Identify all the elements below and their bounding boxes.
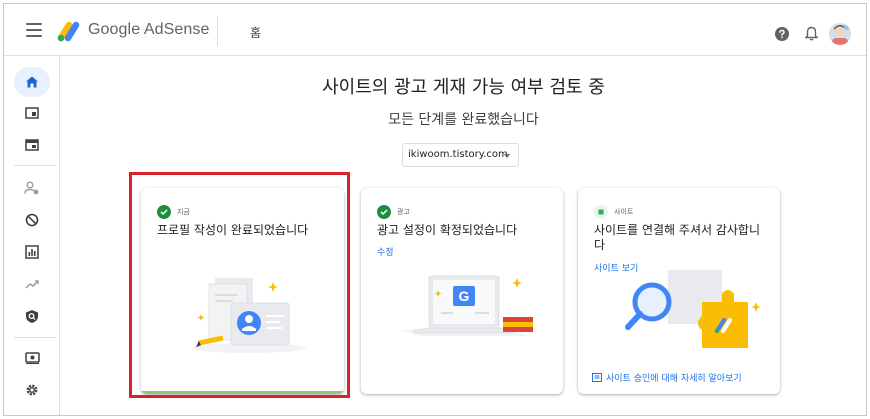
- page-subtitle: 모든 단계를 완료했습니다: [388, 112, 539, 128]
- book-icon: [592, 373, 602, 382]
- settings-icon: [26, 384, 38, 396]
- card-status: 사이트: [594, 205, 633, 219]
- ads-icon: [25, 107, 39, 119]
- home-icon: [26, 76, 38, 88]
- sidebar-item-settings[interactable]: [4, 375, 60, 405]
- highlight-box: [129, 172, 350, 398]
- site-status-icon: [594, 205, 608, 219]
- page-title: 사이트의 광고 게재 가능 여부 검토 중: [322, 77, 605, 98]
- breadcrumb: 홈: [250, 26, 262, 40]
- site-selector[interactable]: ikiwoom.tistory.com: [402, 143, 519, 167]
- top-app-bar: Google AdSense 홈: [4, 4, 866, 56]
- navigation-sidebar: [4, 57, 60, 415]
- sidebar-item-policy[interactable]: [4, 301, 60, 331]
- sidebar-item-ads[interactable]: [4, 98, 60, 128]
- sidebar-item-home[interactable]: [4, 67, 60, 97]
- sidebar-divider: [14, 165, 56, 166]
- sidebar-item-payments[interactable]: [4, 343, 60, 373]
- sidebar-item-sites[interactable]: [4, 130, 60, 160]
- dropdown-caret-icon: [504, 154, 510, 158]
- site-step-card: 사이트 사이트를 연결해 주셔서 감사합니다 사이트 보기 사이트 승인에 대해…: [578, 188, 780, 394]
- card-title: 사이트를 연결해 주셔서 감사합니다: [594, 223, 761, 252]
- site-selector-value: ikiwoom.tistory.com: [408, 149, 508, 160]
- sidebar-divider: [14, 337, 56, 338]
- sites-icon: [25, 139, 39, 151]
- policy-icon: [26, 309, 38, 323]
- sidebar-item-people[interactable]: [4, 173, 60, 203]
- account-avatar[interactable]: [829, 23, 851, 45]
- people-icon: [24, 181, 39, 195]
- status-label: 사이트: [614, 208, 634, 216]
- learn-more-label: 사이트 승인에 대해 자세히 알아보기: [606, 374, 742, 384]
- status-label: 광고: [397, 208, 410, 216]
- help-icon[interactable]: [775, 27, 789, 41]
- reports-icon: [25, 245, 39, 259]
- menu-icon[interactable]: [26, 23, 42, 37]
- check-circle-icon: [377, 205, 391, 219]
- edit-link[interactable]: 수정: [377, 245, 394, 258]
- block-icon: [25, 213, 39, 227]
- card-title: 광고 설정이 확정되었습니다: [377, 223, 518, 237]
- notifications-icon[interactable]: [805, 26, 818, 41]
- header-divider: [217, 16, 218, 46]
- sidebar-item-optimization[interactable]: [4, 269, 60, 299]
- brand-name: Google AdSense: [88, 21, 210, 38]
- payments-icon: [24, 352, 40, 364]
- learn-more-link[interactable]: 사이트 승인에 대해 자세히 알아보기: [592, 371, 742, 384]
- sidebar-item-reports[interactable]: [4, 237, 60, 267]
- svg-text:G: G: [459, 288, 470, 304]
- ads-settings-step-card: 광고 광고 설정이 확정되었습니다 수정 G: [361, 188, 563, 394]
- adsense-logo-icon: [57, 21, 80, 42]
- card-status: 광고: [377, 205, 410, 219]
- sidebar-item-blocking[interactable]: [4, 205, 60, 235]
- trending-icon: [25, 280, 39, 289]
- ads-settings-illustration: G: [401, 275, 533, 336]
- site-connect-illustration: [625, 270, 761, 348]
